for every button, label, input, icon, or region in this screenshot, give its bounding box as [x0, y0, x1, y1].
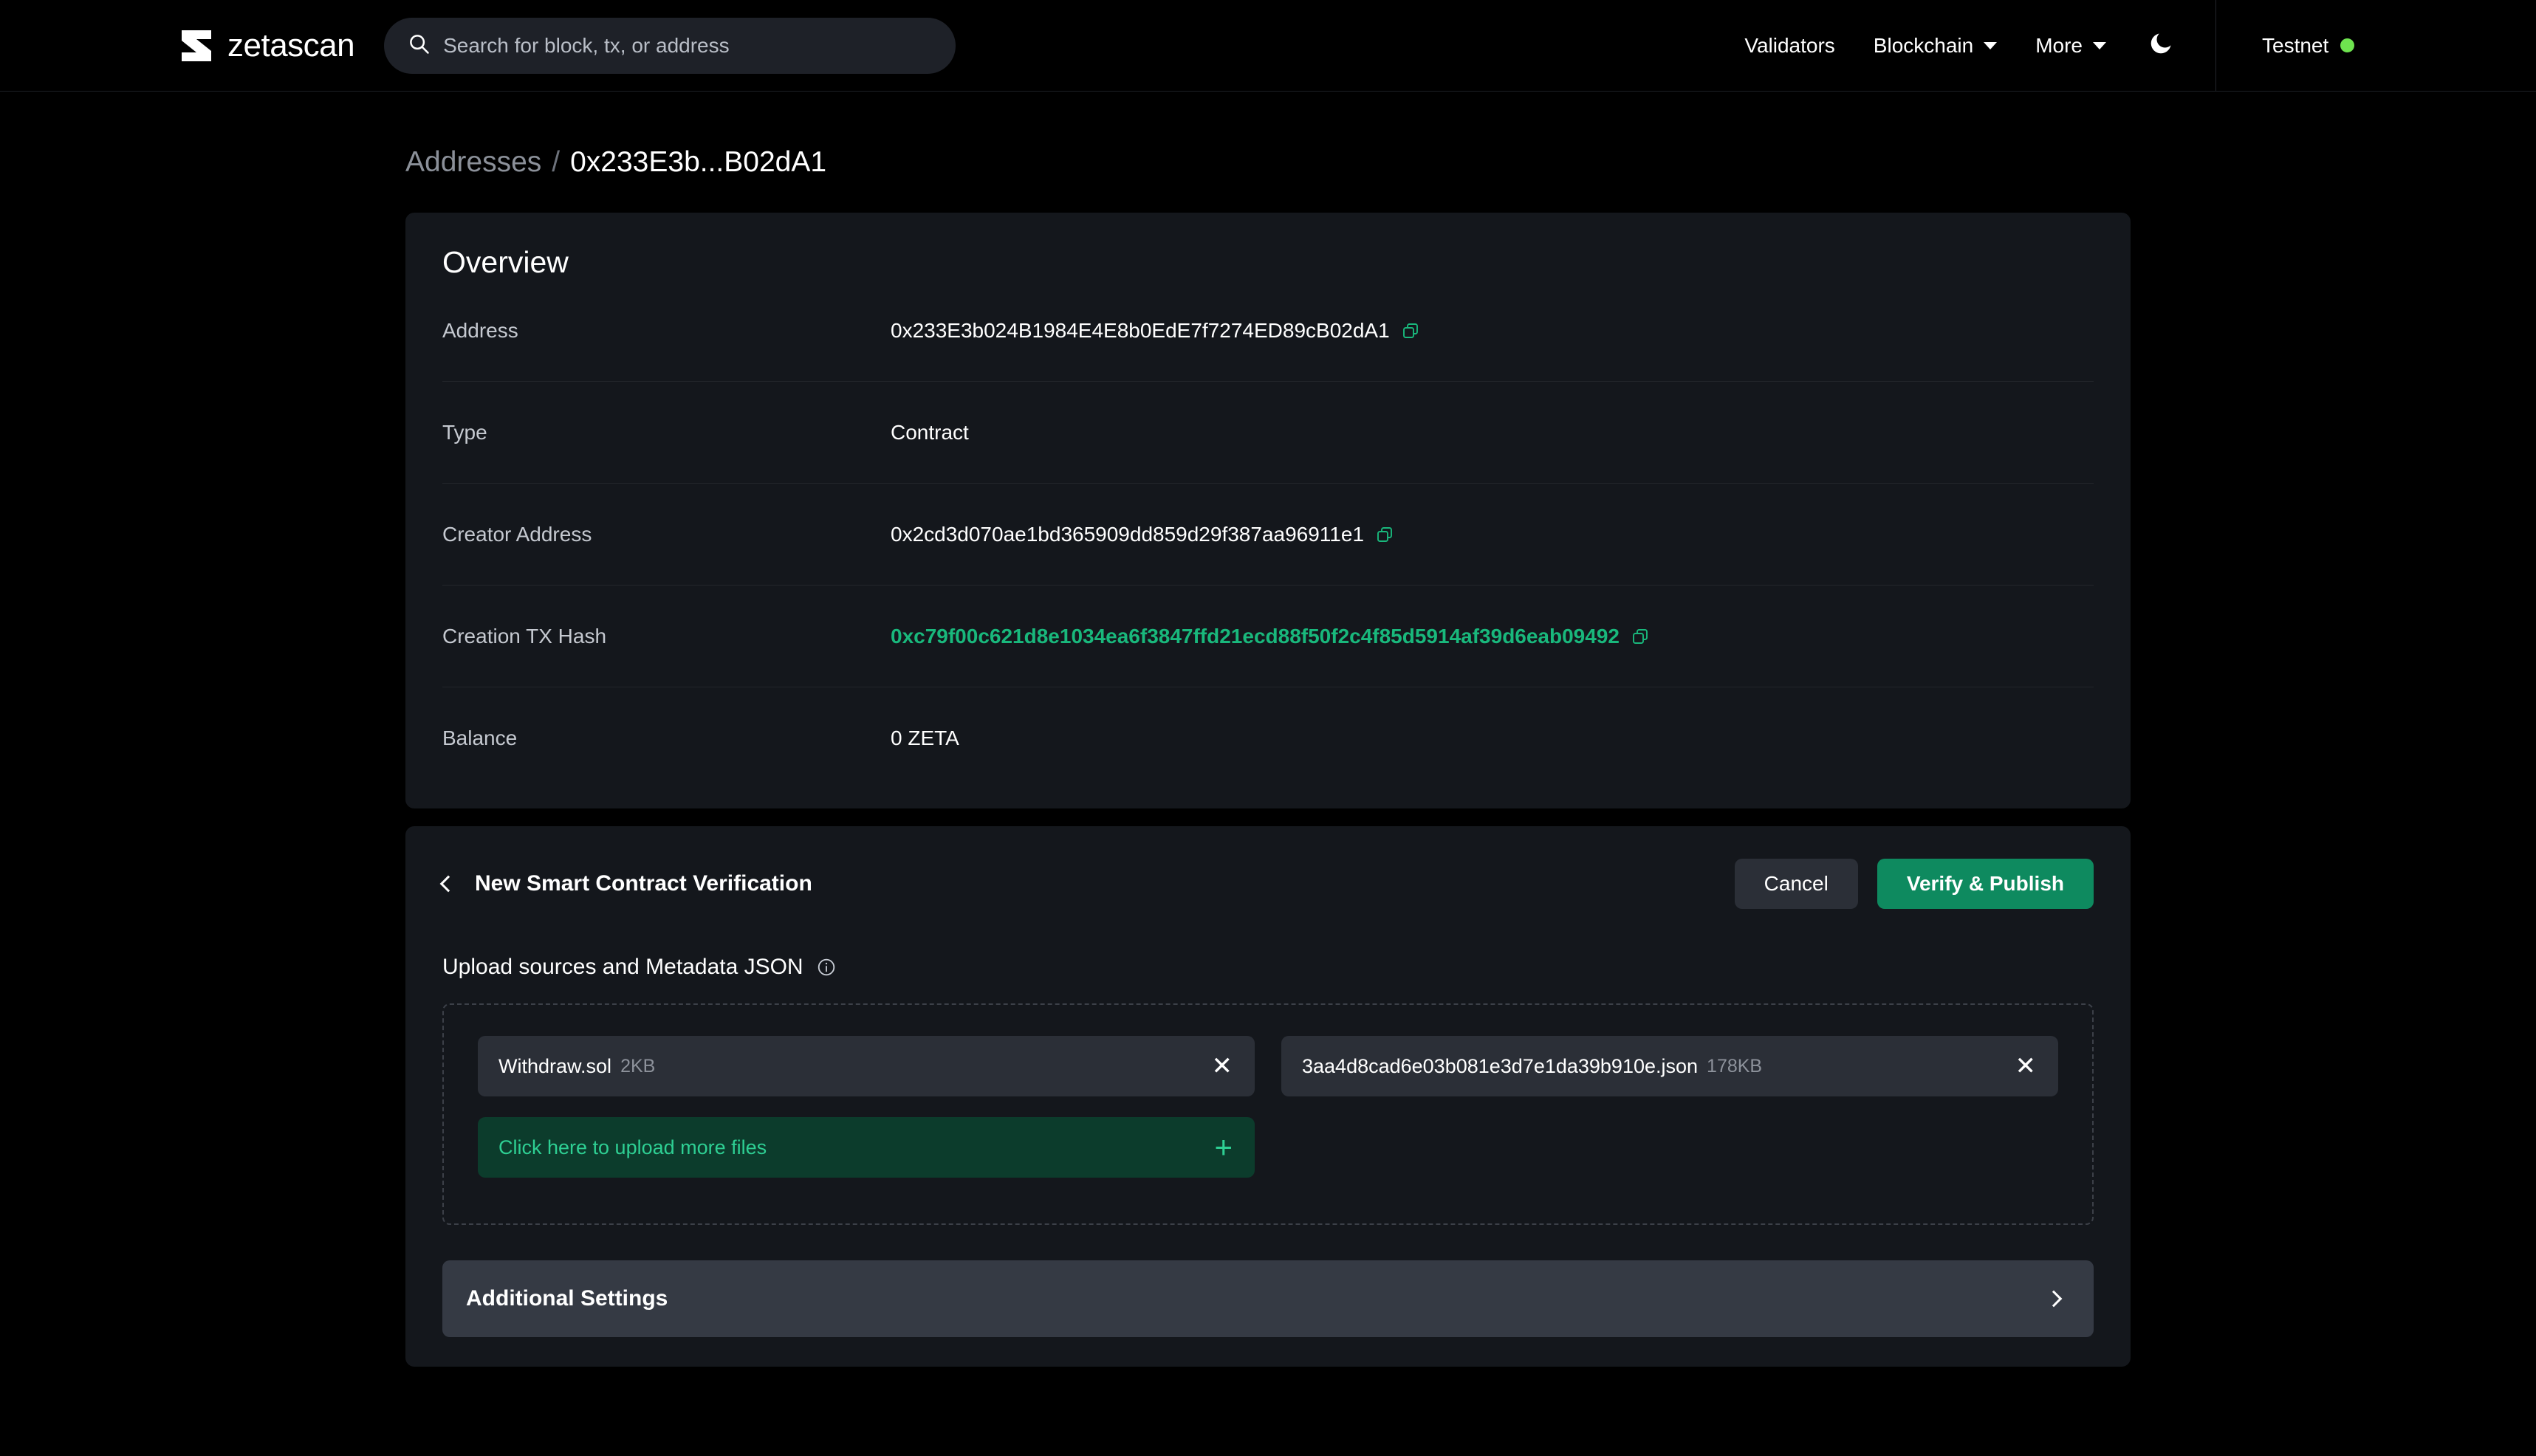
row-label: Address [442, 318, 518, 342]
chevron-right-icon [2045, 1290, 2063, 1308]
file-name: Withdraw.sol [498, 1054, 612, 1077]
upload-more-files-button[interactable]: Click here to upload more files + [478, 1117, 1255, 1178]
row-value: 0 ZETA [891, 727, 959, 750]
verification-header: New Smart Contract Verification Cancel V… [405, 826, 2131, 937]
overview-card: Overview Address 0x233E3b024B1984E4E8b0E… [405, 213, 2131, 808]
cancel-button[interactable]: Cancel [1734, 859, 1858, 909]
network-status-dot [2340, 38, 2355, 52]
file-name: 3aa4d8cad6e03b081e3d7e1da39b910e.json [1302, 1054, 1699, 1077]
dropzone-column-right: 3aa4d8cad6e03b081e3d7e1da39b910e.json 17… [1281, 1036, 2058, 1178]
copy-icon[interactable] [1631, 628, 1649, 645]
remove-file-icon[interactable]: ✕ [2015, 1054, 2037, 1079]
copy-icon[interactable] [1402, 322, 1419, 340]
nav-links: Validators Blockchain More [1744, 30, 2215, 62]
verification-actions: Cancel Verify & Publish [1734, 859, 2094, 909]
overview-row-creator-address: Creator Address 0x2cd3d070ae1bd365909dd8… [442, 484, 2094, 586]
address-value: 0x233E3b024B1984E4E8b0EdE7f7274ED89cB02d… [891, 318, 1390, 342]
search-input[interactable] [443, 33, 933, 58]
search-icon [408, 32, 430, 58]
navbar-right: Validators Blockchain More Testnet [1744, 0, 2536, 91]
type-value: Contract [891, 420, 969, 444]
row-label: Balance [442, 727, 518, 749]
breadcrumb-current: 0x233E3b...B02dA1 [570, 146, 827, 178]
row-value: 0x2cd3d070ae1bd365909dd859d29f387aa96911… [891, 523, 1394, 546]
breadcrumb-parent[interactable]: Addresses [405, 146, 541, 179]
overview-row-balance: Balance 0 ZETA [442, 687, 2094, 789]
chevron-down-icon [2093, 41, 2106, 49]
row-label: Creation TX Hash [442, 624, 607, 648]
additional-settings-label: Additional Settings [466, 1286, 668, 1311]
file-size: 178KB [1707, 1055, 1763, 1076]
brand-logo-link[interactable]: zetascan [180, 27, 355, 64]
uploaded-file-chip: 3aa4d8cad6e03b081e3d7e1da39b910e.json 17… [1281, 1036, 2058, 1096]
moon-icon [2148, 30, 2174, 61]
chevron-left-icon [439, 875, 457, 893]
breadcrumb: Addresses / 0x233E3b...B02dA1 [405, 92, 2134, 213]
row-label: Type [442, 420, 487, 444]
nav-item-label: Validators [1744, 33, 1835, 57]
top-navbar: zetascan Validators Blockchain More [0, 0, 2536, 92]
balance-value: 0 ZETA [891, 727, 959, 749]
verify-and-publish-button[interactable]: Verify & Publish [1877, 859, 2094, 909]
row-label: Creator Address [442, 522, 592, 546]
overview-rows: Address 0x233E3b024B1984E4E8b0EdE7f7274E… [405, 280, 2131, 789]
copy-icon[interactable] [1376, 526, 1394, 543]
card-bottom-spacer [405, 789, 2131, 808]
contract-verification-card: New Smart Contract Verification Cancel V… [405, 826, 2131, 1367]
creator-address-value: 0x2cd3d070ae1bd365909dd859d29f387aa96911… [891, 522, 1365, 546]
network-section: Testnet [2215, 0, 2536, 91]
breadcrumb-separator: / [552, 146, 561, 178]
nav-item-more[interactable]: More [2035, 34, 2106, 58]
network-selector[interactable]: Testnet [2262, 33, 2355, 58]
nav-item-blockchain[interactable]: Blockchain [1873, 33, 1998, 58]
row-value: 0x233E3b024B1984E4E8b0EdE7f7274ED89cB02d… [891, 319, 1419, 343]
network-label: Testnet [2262, 33, 2329, 57]
overview-row-type: Type Contract [442, 382, 2094, 484]
chevron-down-icon [1984, 41, 1998, 49]
plus-icon: + [1214, 1130, 1233, 1164]
row-value: Contract [891, 421, 969, 444]
page-body: Addresses / 0x233E3b...B02dA1 Overview A… [0, 92, 2536, 1367]
upload-section-label: Upload sources and Metadata JSON [405, 937, 2131, 1003]
upload-label-text: Upload sources and Metadata JSON [442, 955, 803, 979]
creation-tx-hash-link[interactable]: 0xc79f00c621d8e1034ea6f3847ffd21ecd88f50… [891, 625, 1620, 648]
additional-settings-accordion[interactable]: Additional Settings [442, 1260, 2094, 1337]
back-button[interactable]: New Smart Contract Verification [439, 871, 812, 896]
overview-title: Overview [442, 245, 569, 279]
overview-row-address: Address 0x233E3b024B1984E4E8b0EdE7f7274E… [442, 280, 2094, 382]
file-size: 2KB [620, 1055, 656, 1076]
overview-row-creation-tx-hash: Creation TX Hash 0xc79f00c621d8e1034ea6f… [442, 586, 2094, 687]
brand-name: zetascan [227, 27, 355, 63]
nav-item-label: More [2035, 33, 2083, 57]
nav-item-label: Blockchain [1873, 33, 1974, 57]
theme-toggle-button[interactable] [2145, 30, 2177, 62]
uploaded-file-chip: Withdraw.sol 2KB ✕ [478, 1036, 1255, 1096]
zetascan-z-logo-icon [180, 29, 213, 63]
nav-item-validators[interactable]: Validators [1744, 34, 1834, 58]
navbar-left: zetascan [0, 17, 956, 74]
search-bar[interactable] [384, 17, 956, 74]
verification-title: New Smart Contract Verification [475, 871, 812, 896]
remove-file-icon[interactable]: ✕ [1212, 1054, 1233, 1079]
upload-more-label: Click here to upload more files [498, 1136, 767, 1158]
content-container: Addresses / 0x233E3b...B02dA1 Overview A… [405, 92, 2134, 1367]
row-value: 0xc79f00c621d8e1034ea6f3847ffd21ecd88f50… [891, 625, 1649, 648]
info-icon[interactable] [817, 958, 836, 977]
file-dropzone[interactable]: Withdraw.sol 2KB ✕ Click here to upload … [442, 1003, 2094, 1225]
dropzone-column-left: Withdraw.sol 2KB ✕ Click here to upload … [478, 1036, 1255, 1178]
